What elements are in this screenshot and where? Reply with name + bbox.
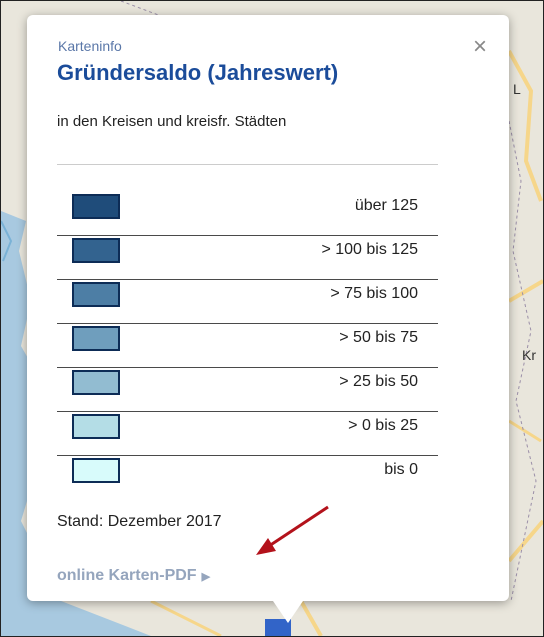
legend-row: > 0 bis 25 xyxy=(57,412,438,456)
legend-row: > 100 bis 125 xyxy=(57,236,438,280)
online-pdf-link[interactable]: online Karten-PDF ▶ xyxy=(57,567,210,585)
divider xyxy=(57,164,438,165)
legend-row: über 125 xyxy=(57,192,438,236)
caret-right-icon: ▶ xyxy=(201,571,211,583)
legend-row: > 75 bis 100 xyxy=(57,280,438,324)
legend-row: bis 0 xyxy=(57,456,438,499)
legend-row: > 25 bis 50 xyxy=(57,368,438,412)
legend-row: > 50 bis 75 xyxy=(57,324,438,368)
map-label-kr: Kr xyxy=(522,347,536,363)
legend-label: > 25 bis 50 xyxy=(339,373,418,390)
map-label-l: L xyxy=(513,81,521,97)
legend-label: > 75 bis 100 xyxy=(330,285,418,302)
popup-title: Gründersaldo (Jahreswert) xyxy=(57,60,339,85)
pdf-link-label[interactable]: online Karten-PDF xyxy=(57,567,197,584)
legend-swatch xyxy=(72,238,120,263)
legend-swatch xyxy=(72,458,120,483)
legend-label: > 100 bis 125 xyxy=(321,241,418,258)
data-date: Stand: Dezember 2017 xyxy=(57,513,222,530)
legend-swatch xyxy=(72,370,120,395)
popup-subtitle: in den Kreisen und kreisfr. Städten xyxy=(57,113,287,130)
popup-tip xyxy=(273,601,303,623)
legend-label: bis 0 xyxy=(384,461,418,478)
legend-swatch xyxy=(72,194,120,219)
legend-swatch xyxy=(72,326,120,351)
legend-label: über 125 xyxy=(354,197,418,214)
map-info-popup: × Karteninfo Gründersaldo (Jahreswert) i… xyxy=(27,15,509,623)
legend-swatch xyxy=(72,282,120,307)
legend-swatch xyxy=(72,414,120,439)
legend-label: > 50 bis 75 xyxy=(339,329,418,346)
legend-label: > 0 bis 25 xyxy=(348,417,418,434)
popup-kicker: Karteninfo xyxy=(58,38,122,54)
close-icon[interactable]: × xyxy=(473,35,487,59)
legend: über 125 > 100 bis 125 > 75 bis 100 > 50… xyxy=(57,192,438,499)
